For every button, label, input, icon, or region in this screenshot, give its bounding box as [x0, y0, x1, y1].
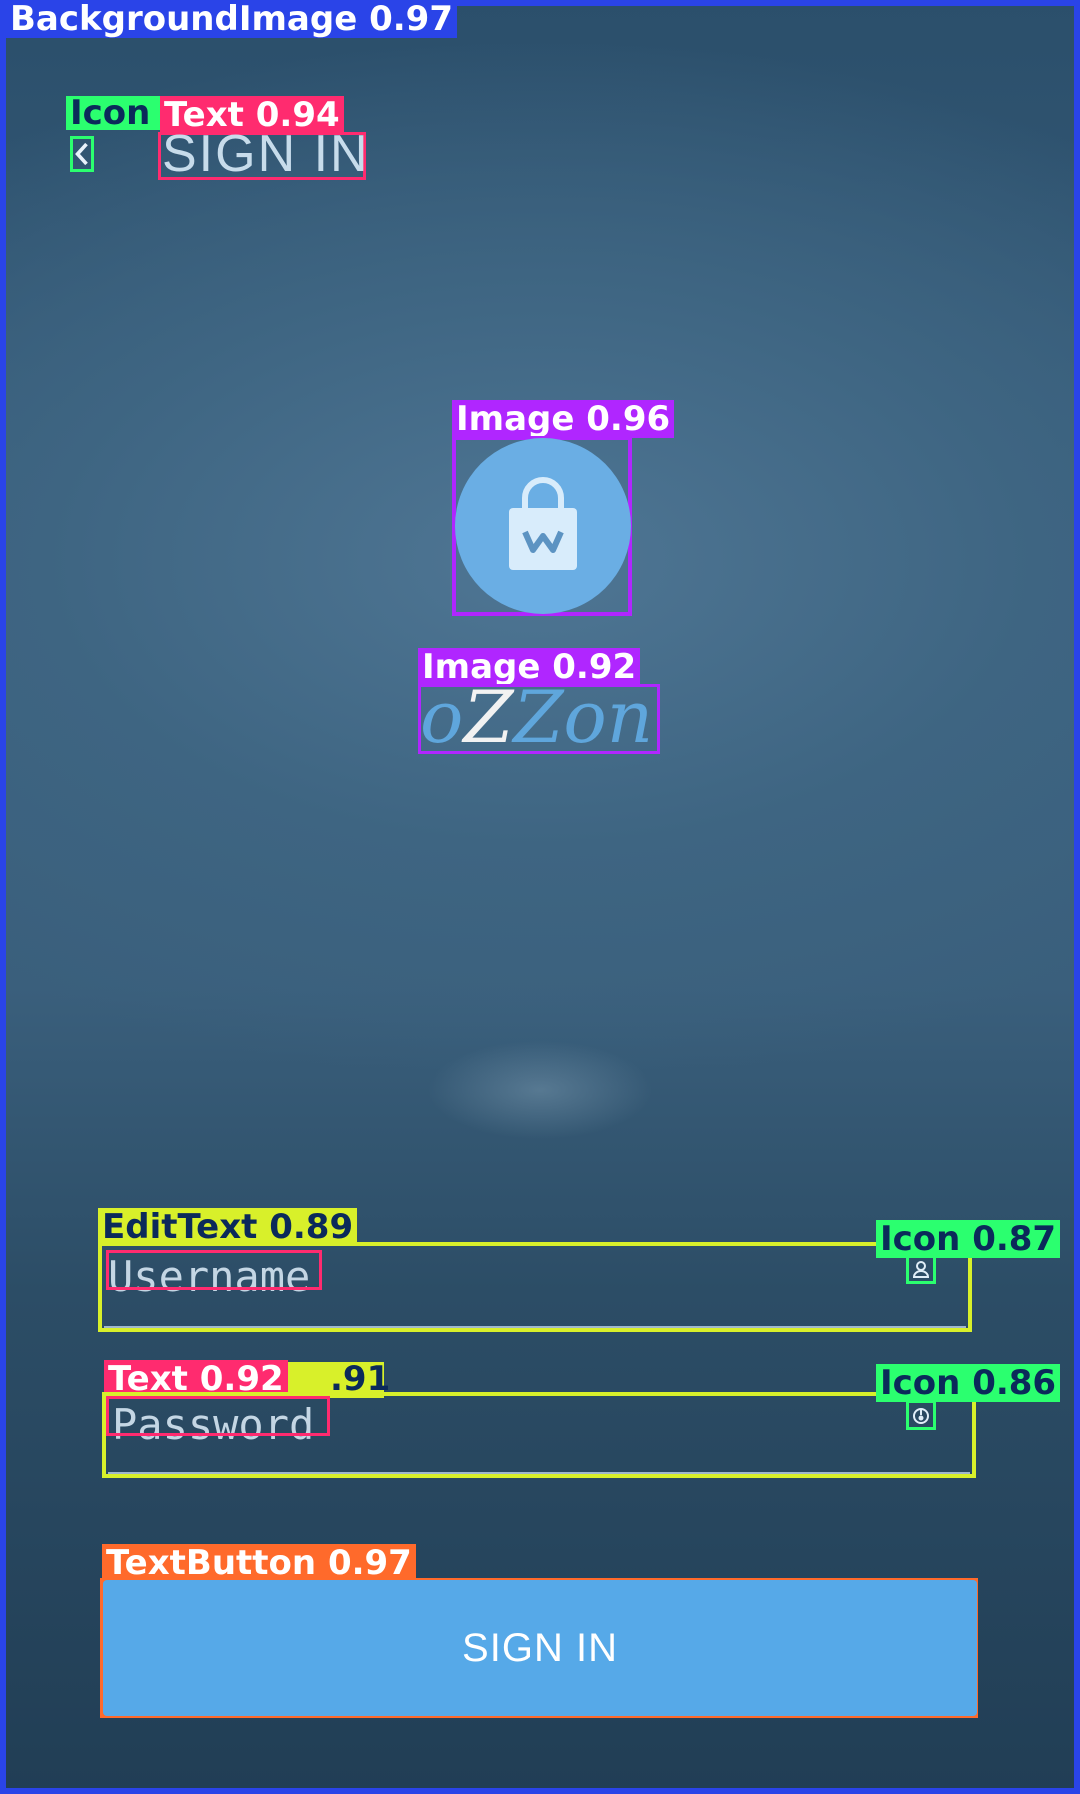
signin-button-detection-label: TextButton 0.97 [102, 1544, 416, 1582]
sign-in-button[interactable]: SIGN IN [103, 1580, 977, 1716]
username-icon-detection-label: Icon 0.87 [876, 1220, 1061, 1258]
shopping-bag-icon [509, 477, 577, 570]
logo-detection-label: Image 0.96 [452, 400, 675, 438]
password-text-detection-box [106, 1396, 330, 1436]
brand-part-3: Zon [513, 675, 654, 759]
lock-icon [906, 1400, 936, 1430]
background-detection-label: BackgroundImage 0.97 [6, 0, 457, 38]
username-text-detection-box [106, 1250, 322, 1290]
back-button[interactable] [70, 136, 94, 172]
background-image [0, 0, 1080, 1794]
app-logo [455, 438, 631, 614]
brand-wordmark: oZZon [420, 681, 653, 753]
page-title: SIGN IN [162, 125, 370, 183]
username-edittext-detection-label: EditText 0.89 [98, 1208, 358, 1246]
password-icon-detection-label: Icon 0.86 [876, 1364, 1061, 1402]
brand-part-1: o [420, 675, 464, 759]
icon-detection-label: Icon [70, 93, 151, 133]
user-icon [906, 1254, 936, 1284]
brand-part-2: Z [463, 675, 514, 759]
chevron-left-icon [75, 142, 88, 166]
